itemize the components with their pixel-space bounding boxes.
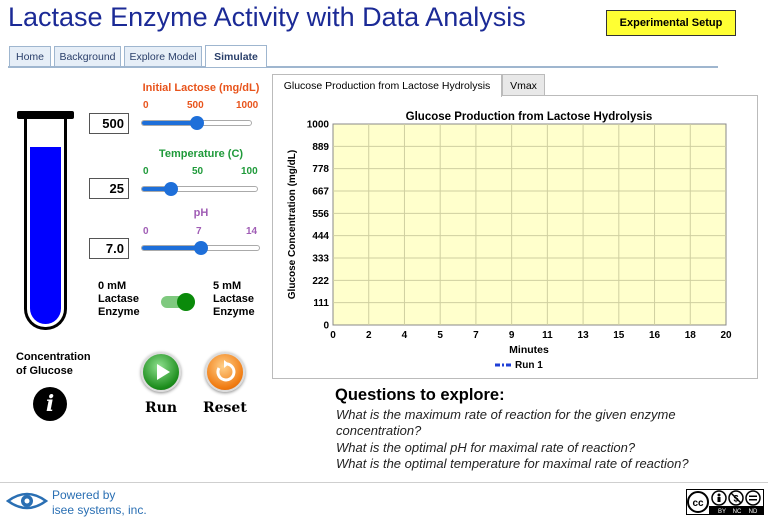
test-tube xyxy=(24,114,67,330)
reset-button-label[interactable]: Reset xyxy=(203,400,247,416)
ph-max-tick: 14 xyxy=(246,226,258,237)
enzyme-on-label: 5 mM Lactase Enzyme xyxy=(213,280,255,318)
ph-slider-thumb[interactable] xyxy=(193,241,208,255)
x-tick-label: 7 xyxy=(473,330,479,341)
enzyme-toggle-knob[interactable] xyxy=(177,293,195,311)
powered-by-line: Powered by xyxy=(52,488,116,502)
run-button[interactable] xyxy=(141,352,181,392)
x-tick-label: 18 xyxy=(685,330,697,341)
y-tick-label: 0 xyxy=(323,321,329,332)
ph-slider-fill xyxy=(142,246,201,250)
cc-nc-label: NC xyxy=(733,509,742,514)
lactose-max-tick: 1000 xyxy=(236,100,259,111)
lactose-slider-thumb[interactable] xyxy=(189,116,204,130)
x-tick-label: 4 xyxy=(402,330,408,341)
y-tick-label: 111 xyxy=(313,298,329,309)
ph-value-field[interactable]: 7.0 xyxy=(89,238,129,259)
enzyme-off-label: 0 mM Lactase Enzyme xyxy=(98,280,140,318)
temperature-slider[interactable] xyxy=(141,182,258,196)
svg-text:cc: cc xyxy=(692,498,704,509)
x-tick-label: 9 xyxy=(509,330,515,341)
isee-eye-logo xyxy=(6,492,48,510)
question-line: What is the optimal pH for maximal rate … xyxy=(336,440,636,455)
ph-slider-label: pH xyxy=(193,207,209,219)
y-tick-label: 889 xyxy=(312,142,329,153)
chart-panel: Glucose Production from Lactose Hydrolys… xyxy=(272,95,758,379)
lactose-value-field[interactable]: 500 xyxy=(89,113,129,134)
glucose-concentration-label: Concentration of Glucose xyxy=(16,351,91,377)
test-tube-rim xyxy=(17,111,74,119)
lactose-slider[interactable] xyxy=(141,116,252,130)
question-line: What is the optimal temperature for maxi… xyxy=(336,456,689,471)
cc-nd-label: ND xyxy=(749,509,758,514)
y-tick-label: 444 xyxy=(312,231,329,242)
temperature-mid-tick: 50 xyxy=(192,166,204,177)
temperature-min-tick: 0 xyxy=(143,166,149,177)
tab-home[interactable]: Home xyxy=(9,46,51,67)
x-tick-label: 15 xyxy=(613,330,625,341)
run-button-label[interactable]: Run xyxy=(145,400,177,416)
lactose-min-tick: 0 xyxy=(143,100,149,111)
glucose-chart: Glucose Production from Lactose Hydrolys… xyxy=(287,111,732,371)
tube-liquid xyxy=(30,147,61,324)
enzyme-toggle[interactable] xyxy=(161,293,195,311)
question-line: What is the maximum rate of reaction for… xyxy=(336,407,676,422)
experimental-setup-button[interactable]: Experimental Setup xyxy=(606,10,736,36)
plot-area xyxy=(332,123,727,326)
reset-icon xyxy=(216,360,236,382)
ph-min-tick: 0 xyxy=(143,226,149,237)
lactose-mid-tick: 500 xyxy=(187,100,204,111)
x-tick-label: 20 xyxy=(720,330,732,341)
cc-license-badge[interactable]: cc $ BY NC ND xyxy=(686,489,764,515)
lactose-slider-label: Initial Lactose (mg/dL) xyxy=(142,82,260,94)
tab-background[interactable]: Background xyxy=(54,46,121,67)
x-tick-label: 11 xyxy=(542,330,553,341)
powered-by-text: Powered by isee systems, inc. xyxy=(52,488,147,517)
x-tick-label: 5 xyxy=(437,330,443,341)
info-icon[interactable]: i xyxy=(33,387,67,421)
reset-button[interactable] xyxy=(205,352,245,392)
x-tick-label: 2 xyxy=(366,330,372,341)
ph-mid-tick: 7 xyxy=(196,226,202,237)
questions-title: Questions to explore: xyxy=(335,386,505,404)
x-tick-label: 13 xyxy=(578,330,590,341)
question-line: concentration? xyxy=(336,423,422,438)
tab-divider xyxy=(8,66,718,68)
temperature-slider-label: Temperature (C) xyxy=(158,148,244,160)
y-tick-label: 778 xyxy=(312,164,329,175)
tab-simulate[interactable]: Simulate xyxy=(205,45,267,67)
app-title: Lactase Enzyme Activity with Data Analys… xyxy=(8,2,526,32)
chart-title: Glucose Production from Lactose Hydrolys… xyxy=(406,111,653,123)
ph-slider[interactable] xyxy=(141,241,260,255)
y-tick-label: 556 xyxy=(312,209,329,220)
isee-systems-link[interactable]: isee systems, inc. xyxy=(52,503,147,517)
tab-glucose-production[interactable]: Glucose Production from Lactose Hydrolys… xyxy=(272,74,502,97)
y-tick-label: 333 xyxy=(312,254,329,265)
footer-divider xyxy=(0,482,768,483)
lactose-slider-fill xyxy=(142,121,197,125)
y-tick-label: 1000 xyxy=(307,120,330,131)
cc-by-label: BY xyxy=(718,509,726,514)
chart-x-axis-label: Minutes xyxy=(509,344,549,356)
cc-license-icon: cc $ BY NC ND xyxy=(687,490,763,515)
temperature-slider-thumb[interactable] xyxy=(163,182,178,196)
chart-y-axis-label: Glucose Concentration (mg/dL) xyxy=(287,150,298,299)
temperature-max-tick: 100 xyxy=(241,166,258,177)
legend-label-run-1: Run 1 xyxy=(515,360,543,371)
play-icon xyxy=(157,364,170,380)
temperature-value-field[interactable]: 25 xyxy=(89,178,129,199)
y-tick-label: 222 xyxy=(312,276,329,287)
x-tick-label: 0 xyxy=(330,330,336,341)
y-tick-label: 667 xyxy=(312,187,329,198)
tab-vmax[interactable]: Vmax xyxy=(502,74,545,96)
x-tick-label: 16 xyxy=(649,330,661,341)
tab-explore-model[interactable]: Explore Model xyxy=(124,46,202,67)
